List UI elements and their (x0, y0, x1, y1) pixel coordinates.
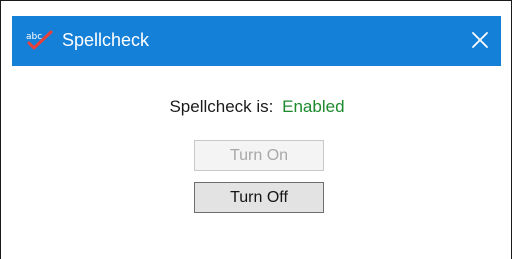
turn-off-button[interactable]: Turn Off (194, 182, 324, 213)
turn-on-button[interactable]: Turn On (194, 140, 324, 171)
title-bar: abc Spellcheck (12, 16, 501, 66)
window-title: Spellcheck (62, 30, 150, 50)
close-icon (472, 32, 488, 48)
spellcheck-abc-icon: abc (26, 29, 54, 51)
status-value: Enabled (282, 97, 345, 116)
status-label: Spellcheck is: (169, 97, 274, 116)
spellcheck-dialog: abc Spellcheck Spellcheck is: Enabled Tu… (0, 0, 512, 259)
close-button[interactable] (465, 25, 495, 55)
spellcheck-status: Spellcheck is: Enabled (1, 96, 512, 118)
